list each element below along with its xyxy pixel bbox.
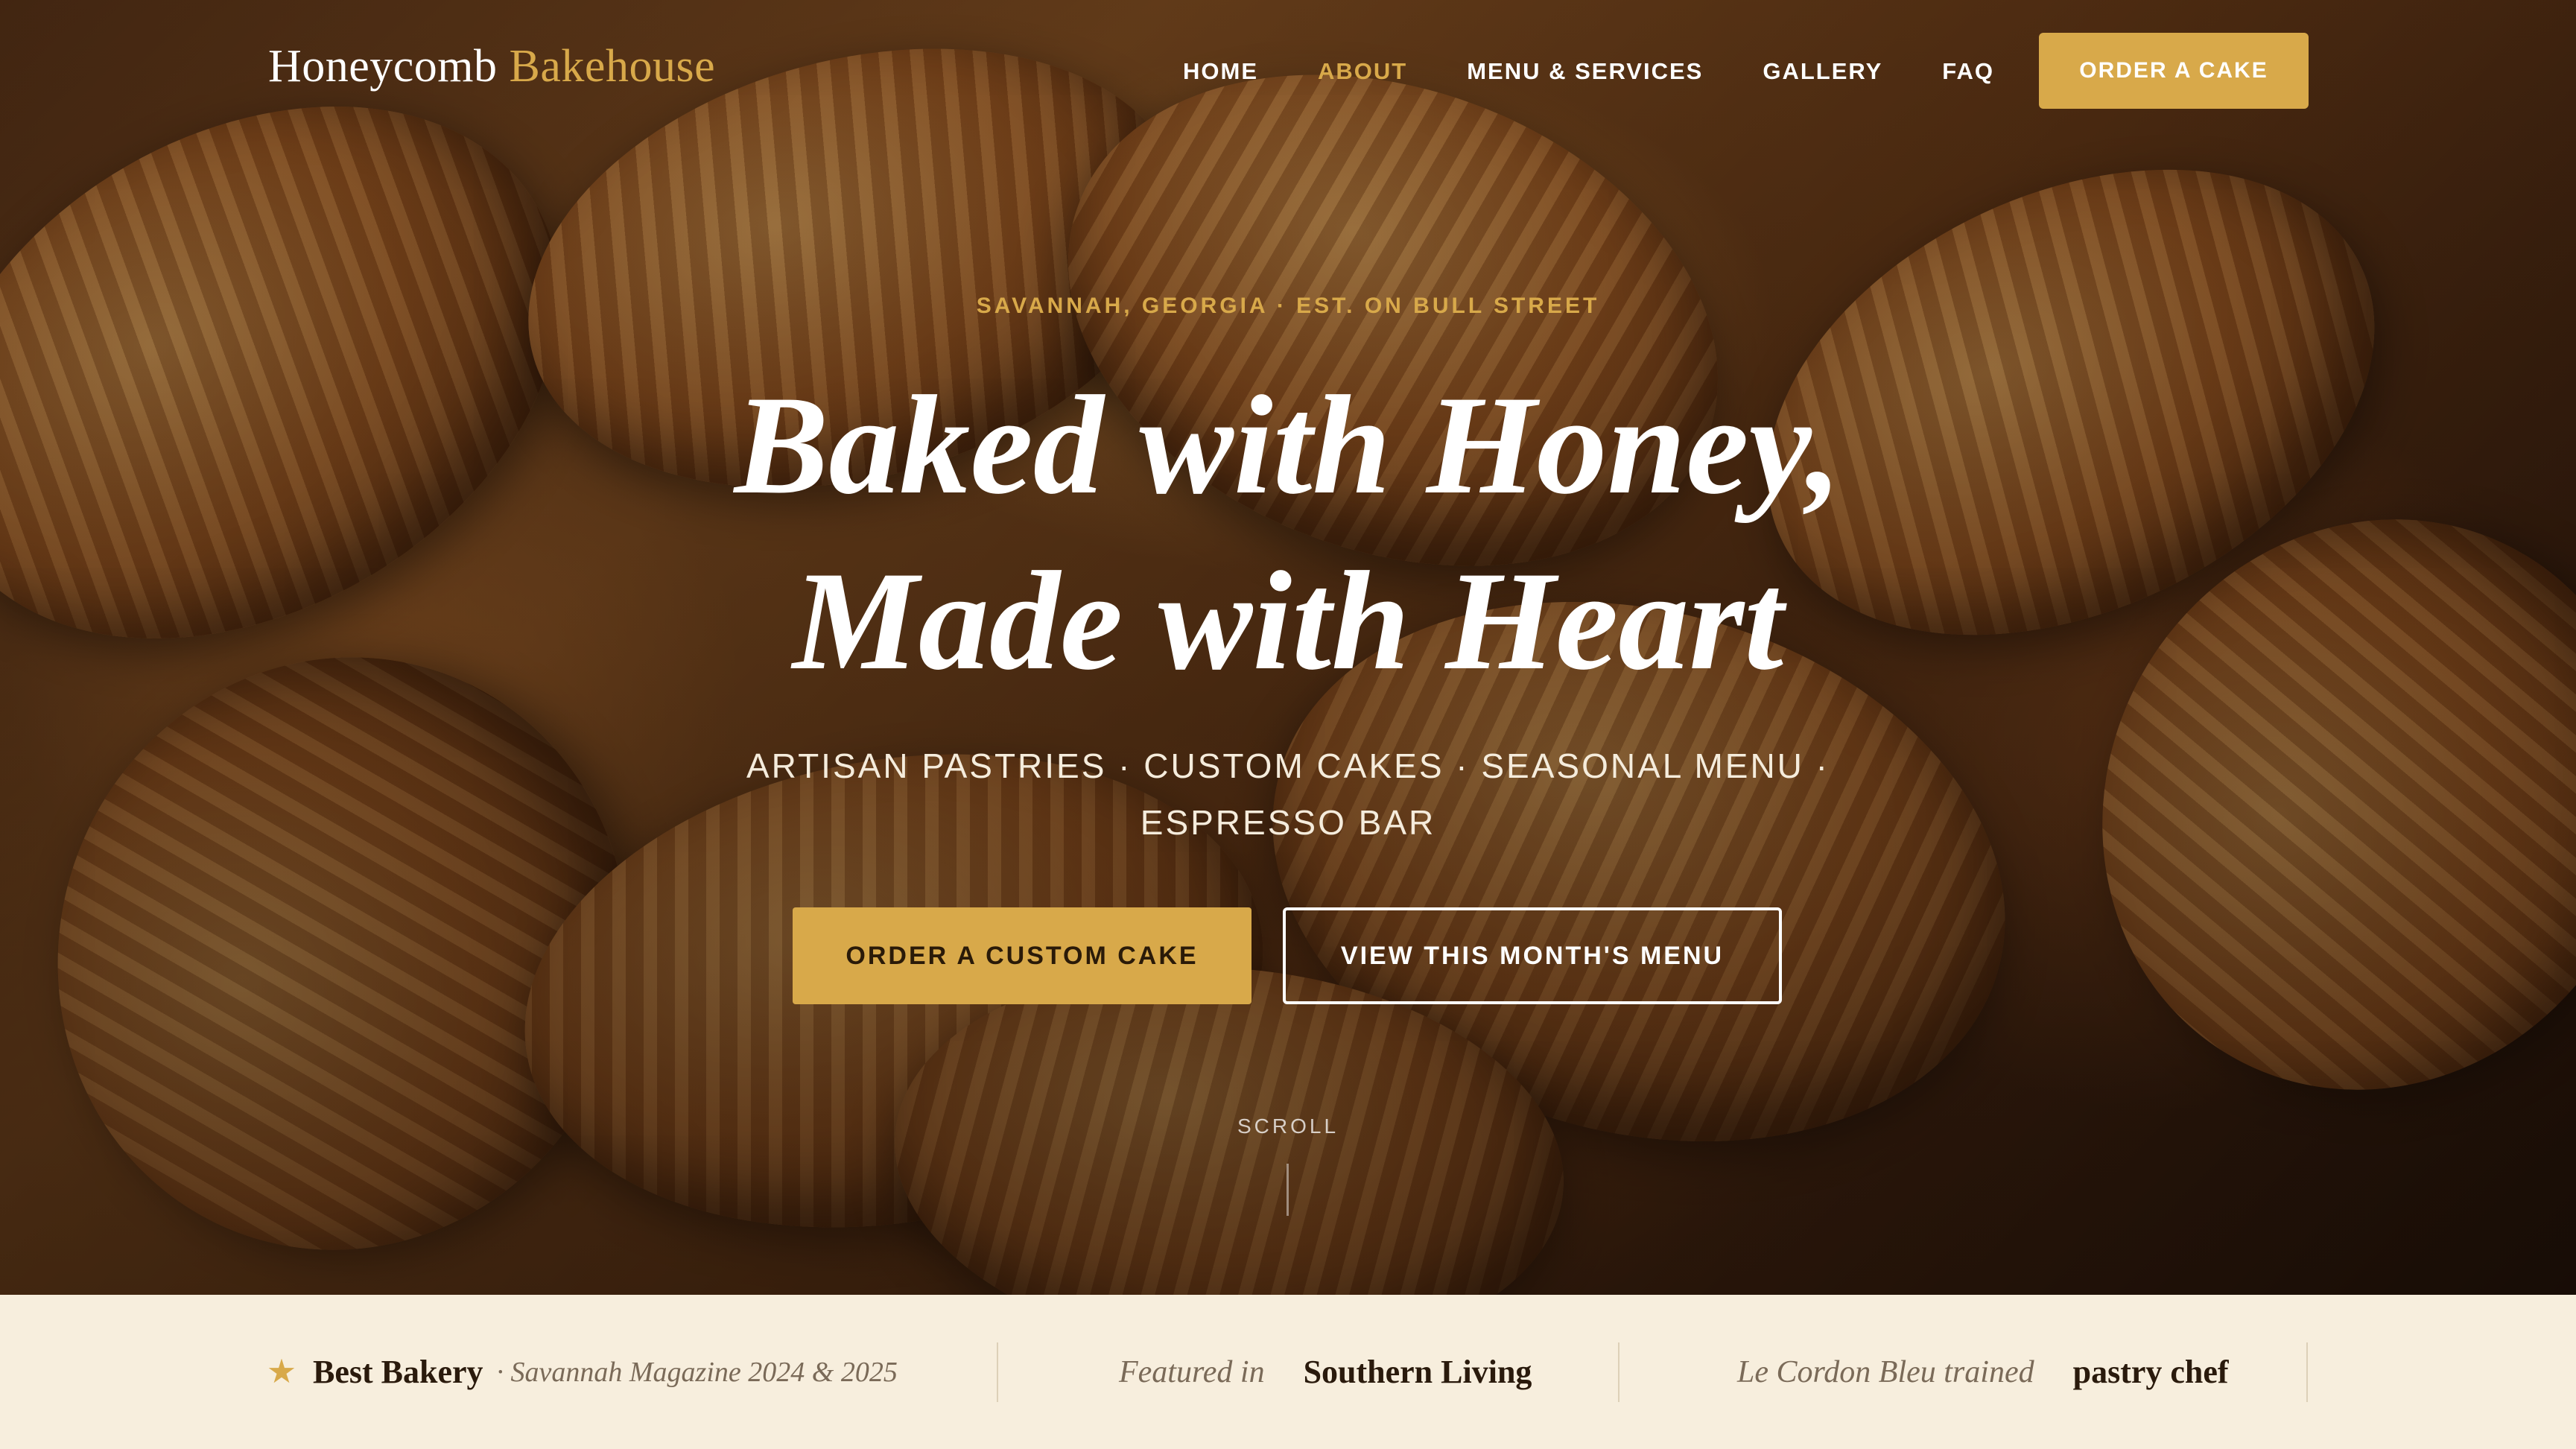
press-divider bbox=[2306, 1342, 2308, 1402]
brand-name-primary: Honeycomb bbox=[268, 41, 498, 92]
hero-subline: ARTISAN PASTRIES · CUSTOM CAKES · SEASON… bbox=[746, 746, 1830, 842]
nav-link-menu-services[interactable]: MENU & SERVICES bbox=[1467, 58, 1703, 85]
order-custom-cake-button[interactable]: ORDER A CUSTOM CAKE bbox=[793, 907, 1251, 1004]
scroll-indicator-label[interactable]: SCROLL bbox=[0, 1115, 2576, 1138]
nav-link-gallery[interactable]: GALLERY bbox=[1763, 58, 1882, 85]
award-title: Best Bakery bbox=[313, 1354, 483, 1390]
brand-logo[interactable]: Honeycomb Bakehouse bbox=[268, 40, 715, 93]
scroll-indicator-line bbox=[1287, 1164, 1289, 1216]
star-icon bbox=[268, 1358, 295, 1383]
chef-prefix: Le Cordon Bleu trained bbox=[1737, 1354, 2034, 1389]
nav-links: HOME ABOUT MENU & SERVICES GALLERY FAQ bbox=[1183, 58, 2054, 85]
hero-headline-line-2: Made with Heart bbox=[792, 543, 1784, 700]
nav-link-home[interactable]: HOME bbox=[1183, 58, 1258, 85]
nav-link-faq[interactable]: FAQ bbox=[1942, 58, 1994, 85]
main-navigation: Honeycomb Bakehouse HOME ABOUT MENU & SE… bbox=[0, 0, 2576, 142]
hero-eyebrow: SAVANNAH, GEORGIA · EST. ON BULL STREET bbox=[976, 294, 1600, 318]
press-chef: Le Cordon Bleu trained pastry chef bbox=[1737, 1295, 2229, 1449]
featured-prefix: Featured in bbox=[1119, 1354, 1265, 1389]
view-menu-button[interactable]: VIEW THIS MONTH'S MENU bbox=[1283, 907, 1782, 1004]
order-cake-button[interactable]: ORDER A CAKE bbox=[2039, 33, 2309, 109]
hero-headline: Baked with Honey, Made with Heart bbox=[0, 358, 2576, 709]
hero-section: Honeycomb Bakehouse HOME ABOUT MENU & SE… bbox=[0, 0, 2576, 1295]
press-divider bbox=[997, 1342, 998, 1402]
featured-name: Southern Living bbox=[1303, 1354, 1532, 1390]
award-source: · Savannah Magazine 2024 & 2025 bbox=[496, 1356, 898, 1388]
press-bar: Best Bakery · Savannah Magazine 2024 & 2… bbox=[0, 1295, 2576, 1449]
press-award: Best Bakery · Savannah Magazine 2024 & 2… bbox=[268, 1295, 898, 1449]
chef-title: pastry chef bbox=[2072, 1354, 2229, 1390]
press-featured: Featured in Southern Living bbox=[1119, 1295, 1532, 1449]
nav-link-about[interactable]: ABOUT bbox=[1318, 58, 1407, 85]
brand-name-accent: Bakehouse bbox=[509, 41, 716, 92]
press-divider bbox=[1618, 1342, 1619, 1402]
hero-headline-line-1: Baked with Honey, bbox=[734, 367, 1842, 524]
